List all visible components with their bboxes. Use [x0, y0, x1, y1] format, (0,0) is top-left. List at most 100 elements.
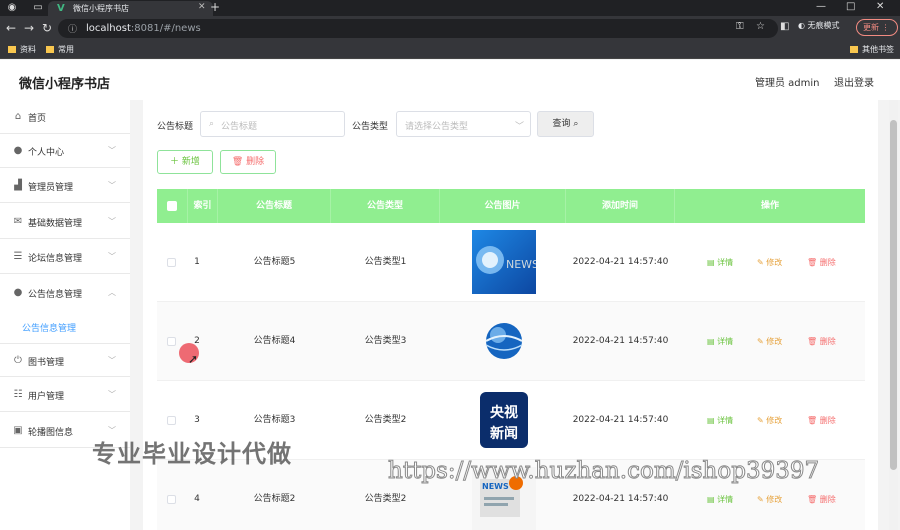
- thumb-text: NEWS: [506, 258, 536, 271]
- bookmark-folder[interactable]: 资料: [8, 44, 36, 55]
- edit-label: 修改: [766, 495, 783, 504]
- notice-image[interactable]: [472, 309, 536, 373]
- row-checkbox[interactable]: [167, 416, 176, 425]
- table-row: 2 公告标题4 公告类型3 2022-04-21 14:57:40 ▤ 详情 ✎…: [157, 302, 865, 381]
- notice-image[interactable]: 央视 新闻: [472, 388, 536, 452]
- incognito-label: 无痕模式: [807, 21, 840, 30]
- col-type[interactable]: 公告类型: [331, 189, 440, 223]
- add-label: 新增: [181, 157, 200, 167]
- search-icon: ⌕: [209, 119, 215, 129]
- new-tab-icon[interactable]: +: [210, 0, 220, 14]
- sidebar-item-home[interactable]: ⌂ 首页: [0, 100, 130, 134]
- chevron-down-icon: ﹀: [108, 217, 116, 226]
- browser-tab[interactable]: V 微信小程序书店 ✕: [48, 1, 213, 16]
- key-icon[interactable]: ⚿: [736, 21, 744, 32]
- detail-button[interactable]: ▤ 详情: [707, 257, 733, 268]
- sidebar-item-notices[interactable]: ● 公告信息管理 ︿: [0, 276, 130, 310]
- maximize-icon[interactable]: □: [846, 1, 855, 12]
- sidebar-item-forum[interactable]: ☰ 论坛信息管理 ﹀: [0, 240, 130, 274]
- other-bookmarks[interactable]: 其他书签: [850, 44, 894, 55]
- row-checkbox[interactable]: [167, 495, 176, 504]
- tab-list-icon[interactable]: ▭: [32, 2, 44, 14]
- delete-button[interactable]: 🗑 删除: [807, 257, 836, 268]
- edit-button[interactable]: ✎ 修改: [757, 336, 782, 347]
- logout-link[interactable]: 退出登录: [834, 74, 874, 89]
- row-checkbox[interactable]: [167, 337, 176, 346]
- delete-label: 删除: [819, 416, 836, 425]
- detail-button[interactable]: ▤ 详情: [707, 494, 733, 505]
- forward-icon[interactable]: →: [24, 21, 34, 35]
- col-title[interactable]: 公告标题: [218, 189, 331, 223]
- row-time: 2022-04-21 14:57:40: [572, 257, 669, 267]
- type-select[interactable]: 请选择公告类型 ﹀: [396, 111, 531, 137]
- scrollbar-thumb[interactable]: [890, 120, 897, 470]
- url-field[interactable]: ⓘ localhost:8081/#/news: [58, 19, 778, 38]
- bookmark-star-icon[interactable]: ☆: [756, 21, 765, 32]
- chevron-up-icon: ︿: [108, 288, 116, 297]
- sidebar-subitem-notice-manage[interactable]: 公告信息管理: [22, 321, 76, 334]
- delete-label: 删除: [819, 337, 836, 346]
- batch-delete-button[interactable]: 🗑 删除: [220, 150, 276, 174]
- edit-label: 修改: [766, 416, 783, 425]
- tab-close-icon[interactable]: ✕: [198, 2, 206, 12]
- title-search-input[interactable]: ⌕ 公告标题: [200, 111, 345, 137]
- sidebar-item-admins[interactable]: ▟ 管理员管理 ﹀: [0, 169, 130, 203]
- delete-button[interactable]: 🗑 删除: [807, 494, 836, 505]
- vue-favicon-icon: V: [57, 3, 65, 14]
- thumb-text: 新闻: [490, 425, 518, 442]
- table-row: 1 公告标题5 公告类型1 NEWS 2022-04-21 14:57:40 ▤…: [157, 223, 865, 302]
- trash-icon: 🗑: [807, 495, 820, 504]
- detail-button[interactable]: ▤ 详情: [707, 415, 733, 426]
- edit-button[interactable]: ✎ 修改: [757, 257, 782, 268]
- delete-button[interactable]: 🗑 删除: [807, 415, 836, 426]
- col-image[interactable]: 公告图片: [440, 189, 566, 223]
- user-icon: ●: [13, 287, 23, 298]
- sidebar-item-profile[interactable]: ● 个人中心 ﹀: [0, 134, 130, 168]
- sidebar-item-label: 图书管理: [28, 358, 65, 368]
- delete-label: 删除: [819, 258, 836, 267]
- delete-label: 删除: [819, 495, 836, 504]
- row-type: 公告类型2: [364, 415, 407, 425]
- detail-label: 详情: [717, 495, 734, 504]
- admin-label: 管理员 admin: [755, 78, 820, 89]
- sidebar-item-label: 轮播图信息: [28, 428, 74, 438]
- browser-menu-icon[interactable]: ◉: [6, 2, 18, 14]
- row-checkbox[interactable]: [167, 258, 176, 267]
- back-icon[interactable]: ←: [6, 21, 16, 35]
- sidebar-item-books[interactable]: ⏻ 图书管理 ﹀: [0, 343, 130, 377]
- watermark-left: 专业毕业设计代做: [92, 440, 292, 468]
- trash-icon: 🗑: [231, 157, 247, 167]
- incognito-indicator[interactable]: ◐ 无痕模式: [798, 20, 840, 31]
- bookmark-folder[interactable]: 常用: [46, 44, 74, 55]
- incognito-icon: ◐: [798, 21, 808, 30]
- edit-button[interactable]: ✎ 修改: [757, 494, 782, 505]
- edit-button[interactable]: ✎ 修改: [757, 415, 782, 426]
- chevron-down-icon: ﹀: [108, 356, 116, 365]
- minimize-icon[interactable]: —: [816, 1, 826, 12]
- site-info-icon[interactable]: ⓘ: [68, 22, 77, 35]
- detail-button[interactable]: ▤ 详情: [707, 336, 733, 347]
- sidebar-item-label: 基础数据管理: [28, 219, 83, 229]
- add-button[interactable]: ＋ 新增: [157, 150, 213, 174]
- app-title: 微信小程序书店: [19, 77, 111, 92]
- page-scrollbar[interactable]: [889, 100, 898, 530]
- reload-icon[interactable]: ↻: [42, 21, 52, 35]
- update-button[interactable]: 更新 ⋮: [856, 19, 898, 36]
- user-icon: ●: [13, 145, 23, 156]
- sidebar-item-basedata[interactable]: ✉ 基础数据管理 ﹀: [0, 205, 130, 239]
- folder-icon: [46, 46, 54, 53]
- delete-button[interactable]: 🗑 删除: [807, 336, 836, 347]
- chart-icon: ▟: [14, 180, 22, 191]
- select-all-checkbox[interactable]: [167, 201, 177, 211]
- query-button[interactable]: 查询 ⌕: [537, 111, 594, 137]
- detail-label: 详情: [717, 416, 734, 425]
- col-index[interactable]: 索引: [188, 189, 218, 223]
- window-close-icon[interactable]: ✕: [876, 1, 884, 12]
- watermark-right: https://www.huzhan.com/ishop39397: [387, 458, 820, 485]
- notice-image[interactable]: NEWS: [472, 230, 536, 294]
- sidebar-item-users[interactable]: ☷ 用户管理 ﹀: [0, 378, 130, 412]
- col-time[interactable]: 添加时间: [566, 189, 675, 223]
- side-panel-icon[interactable]: ◧: [780, 21, 789, 32]
- thumb-text: 央视: [490, 404, 518, 421]
- chevron-down-icon: ﹀: [108, 146, 116, 155]
